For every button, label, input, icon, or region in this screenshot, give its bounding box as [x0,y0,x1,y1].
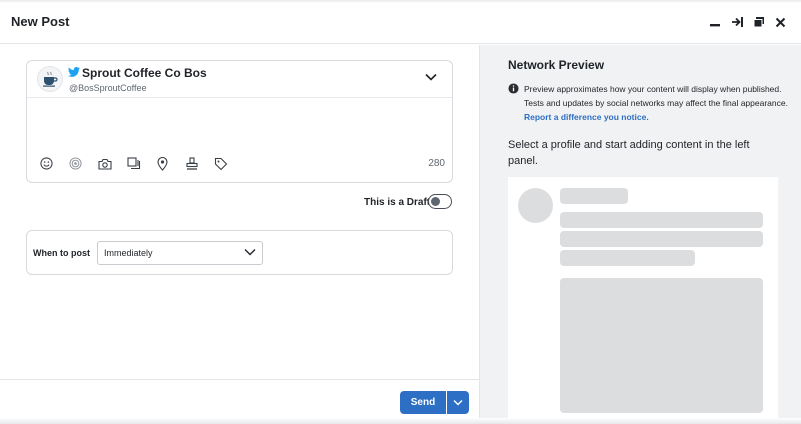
chevron-down-icon[interactable] [425,73,437,81]
coffee-cup-icon [43,71,58,87]
schedule-box: When to post Immediately [26,230,453,275]
avatar [37,66,63,92]
post-text-input[interactable] [37,105,442,147]
info-icon [508,83,519,94]
when-to-post-label: When to post [33,248,90,258]
new-post-window: New Post Sprout Coffee Co Bos @BosSprout… [0,0,801,424]
skeleton-line [560,250,695,266]
report-difference-link[interactable]: Report a difference you notice. [524,112,649,122]
emoji-icon[interactable] [39,156,54,171]
preview-instruction: Select a profile and start adding conten… [508,139,750,167]
network-preview-title: Network Preview [508,58,605,72]
media-library-icon[interactable] [126,156,141,171]
stamp-icon[interactable] [184,156,199,171]
profile-handle: @BosSproutCoffee [69,83,147,93]
network-preview-panel: Network Preview Preview approximates how… [479,45,801,424]
preview-skeleton-card [508,177,778,424]
compose-panel: Sprout Coffee Co Bos @BosSproutCoffee 28… [0,45,479,424]
compose-box: Sprout Coffee Co Bos @BosSproutCoffee 28… [26,60,453,183]
twitter-icon [68,67,80,77]
profile-selector[interactable]: Sprout Coffee Co Bos @BosSproutCoffee [27,61,452,98]
draft-toggle[interactable] [428,194,452,209]
preview-disclaimer: Preview approximates how your content wi… [524,82,789,124]
compose-toolbar [39,156,228,171]
send-options-button[interactable] [447,391,469,414]
chevron-down-icon [244,249,256,256]
target-icon[interactable] [68,156,83,171]
collapse-right-icon[interactable] [728,13,746,31]
location-icon[interactable] [155,156,170,171]
profile-name: Sprout Coffee Co Bos [82,66,207,80]
skeleton-line [560,188,628,204]
character-count: 280 [428,158,445,169]
skeleton-media [560,278,763,413]
toggle-knob [431,197,440,206]
preview-disclaimer-text: Preview approximates how your content wi… [524,84,788,108]
bottom-edge-shadow [0,418,801,424]
when-to-post-select[interactable]: Immediately [97,241,263,265]
when-to-post-value: Immediately [104,248,153,258]
draft-label: This is a Draft [364,197,431,208]
window-header: New Post [0,0,801,44]
minimize-icon[interactable] [706,13,724,31]
skeleton-line [560,212,763,228]
skeleton-line [560,231,763,247]
skeleton-avatar [518,188,553,223]
send-button[interactable]: Send [400,391,446,414]
tag-icon[interactable] [213,156,228,171]
chevron-down-icon [453,400,463,406]
window-title: New Post [11,14,70,29]
camera-icon[interactable] [97,156,112,171]
close-icon[interactable] [771,13,789,31]
copy-window-icon[interactable] [750,13,768,31]
top-edge-shadow [0,0,801,3]
